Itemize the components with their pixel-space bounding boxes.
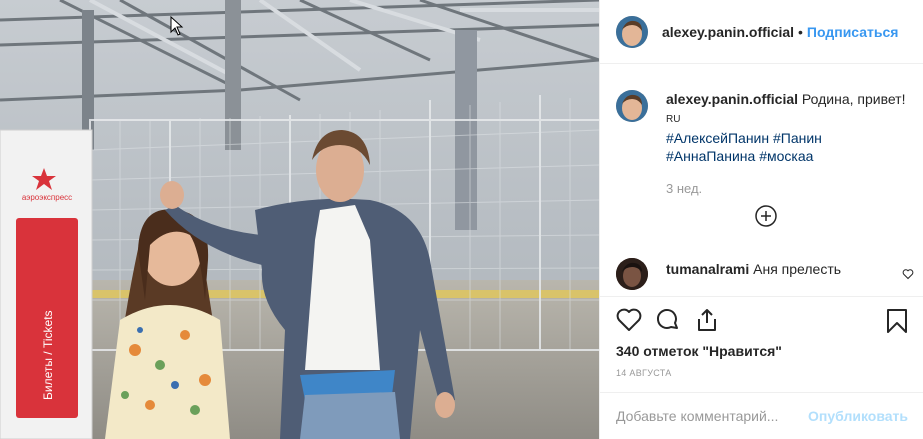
- likes-count[interactable]: 340 отметок "Нравится": [616, 343, 782, 359]
- comment-text: Аня прелесть: [753, 261, 842, 277]
- comment-input[interactable]: [616, 408, 809, 424]
- follow-button[interactable]: Подписаться: [807, 24, 899, 40]
- hashtag[interactable]: #АннаПанина: [666, 148, 755, 164]
- hashtag-list: #АлексейПанин #Панин #АннаПанина #москаа: [666, 129, 905, 165]
- caption-avatar[interactable]: [616, 90, 648, 122]
- photo-scene: аэроэкспресс Билеты / Tickets: [0, 0, 599, 439]
- post-header: alexey.panin.official • Подписаться: [600, 0, 923, 64]
- divider: [600, 296, 923, 297]
- post-date[interactable]: 14 АВГУСТА: [616, 368, 672, 378]
- caption-lang: RU: [666, 114, 681, 125]
- heart-icon[interactable]: [616, 308, 642, 332]
- action-bar: [616, 308, 908, 334]
- mouse-cursor-icon: [170, 16, 184, 36]
- publish-button[interactable]: Опубликовать: [808, 408, 908, 424]
- add-comment-bar: Опубликовать: [600, 392, 923, 439]
- comment-username[interactable]: tumanalrami: [666, 261, 749, 277]
- caption-text-block: alexey.panin.official Родина, привет! RU…: [666, 90, 905, 165]
- caption-username[interactable]: alexey.panin.official: [666, 91, 798, 107]
- hashtag[interactable]: #москаа: [759, 148, 813, 164]
- post-details-panel: alexey.panin.official • Подписаться alex…: [599, 0, 923, 439]
- sign-text: Билеты / Tickets: [41, 310, 55, 400]
- caption-text: Родина, привет!: [801, 91, 906, 107]
- header-username[interactable]: alexey.panin.official: [662, 24, 794, 40]
- caption-time-ago[interactable]: 3 нед.: [666, 181, 702, 196]
- caption: alexey.panin.official Родина, привет! RU…: [616, 90, 916, 165]
- hashtag[interactable]: #АлексейПанин: [666, 130, 769, 146]
- hashtag[interactable]: #Панин: [773, 130, 822, 146]
- comment-like-icon[interactable]: [902, 268, 914, 280]
- separator-dot: •: [798, 23, 803, 40]
- sign-brand: аэроэкспресс: [22, 193, 72, 202]
- bookmark-icon[interactable]: [886, 308, 908, 334]
- load-more-comments-icon[interactable]: [755, 205, 777, 227]
- instagram-post: аэроэкспресс Билеты / Tickets alexey.pan…: [0, 0, 923, 439]
- comment-item: tumanalrami Аня прелесть: [616, 258, 916, 290]
- comment-text-block: tumanalrami Аня прелесть: [666, 261, 841, 277]
- avatar[interactable]: [616, 15, 648, 48]
- share-icon[interactable]: [695, 308, 719, 332]
- post-photo[interactable]: аэроэкспресс Билеты / Tickets: [0, 0, 599, 439]
- comment-icon[interactable]: [655, 308, 681, 332]
- comment-avatar[interactable]: [616, 258, 648, 290]
